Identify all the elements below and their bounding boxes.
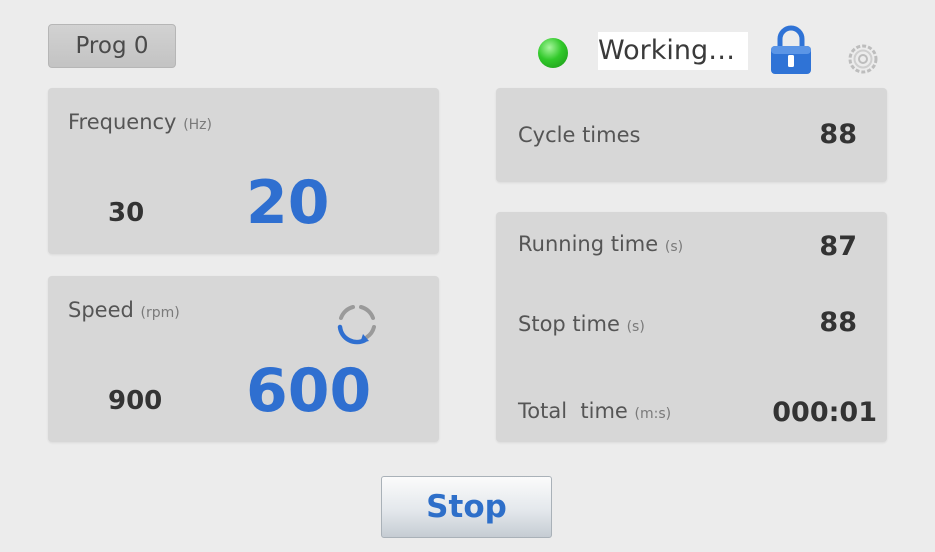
cycle-times-panel: Cycle times 88: [496, 88, 887, 182]
running-time-unit: (s): [664, 239, 684, 255]
running-time-value[interactable]: 87: [819, 231, 857, 262]
speed-label-text: Speed: [68, 298, 134, 322]
total-time-value: 000:01: [772, 397, 877, 428]
speed-setpoint[interactable]: 900: [108, 386, 162, 416]
frequency-panel: Frequency (Hz) 30 20: [48, 88, 439, 254]
running-time-label: Running time (s): [518, 232, 683, 256]
stop-time-unit: (s): [626, 319, 645, 335]
frequency-unit: (Hz): [183, 117, 212, 133]
speed-actual-value: 600: [246, 356, 372, 426]
frequency-actual-value: 20: [246, 168, 330, 238]
cycle-times-label: Cycle times: [518, 123, 641, 147]
status-indicator-led: [538, 38, 568, 68]
running-time-label-text: Running time: [518, 232, 659, 256]
frequency-label: Frequency (Hz): [68, 110, 212, 134]
status-text: Working…: [598, 32, 748, 70]
speed-unit: (rpm): [140, 305, 180, 321]
stop-button[interactable]: Stop: [381, 476, 552, 538]
gear-icon[interactable]: [846, 42, 880, 76]
stop-time-label-text: Stop time: [518, 312, 620, 336]
rotate-icon: [331, 298, 383, 350]
time-panel: Running time (s) 87 Stop time (s) 88 Tot…: [496, 212, 887, 442]
lock-icon[interactable]: [768, 24, 814, 76]
frequency-setpoint[interactable]: 30: [108, 198, 144, 228]
total-time-label-text: Total time: [518, 399, 628, 423]
speed-label: Speed (rpm): [68, 298, 180, 322]
stop-time-label: Stop time (s): [518, 312, 645, 336]
total-time-label: Total time (m:s): [518, 399, 671, 423]
speed-panel: Speed (rpm) 900 600: [48, 276, 439, 442]
frequency-label-text: Frequency: [68, 110, 177, 134]
stop-time-value[interactable]: 88: [819, 307, 857, 338]
program-badge[interactable]: Prog 0: [48, 24, 176, 68]
total-time-unit: (m:s): [634, 406, 672, 422]
cycle-times-value[interactable]: 88: [819, 119, 857, 150]
